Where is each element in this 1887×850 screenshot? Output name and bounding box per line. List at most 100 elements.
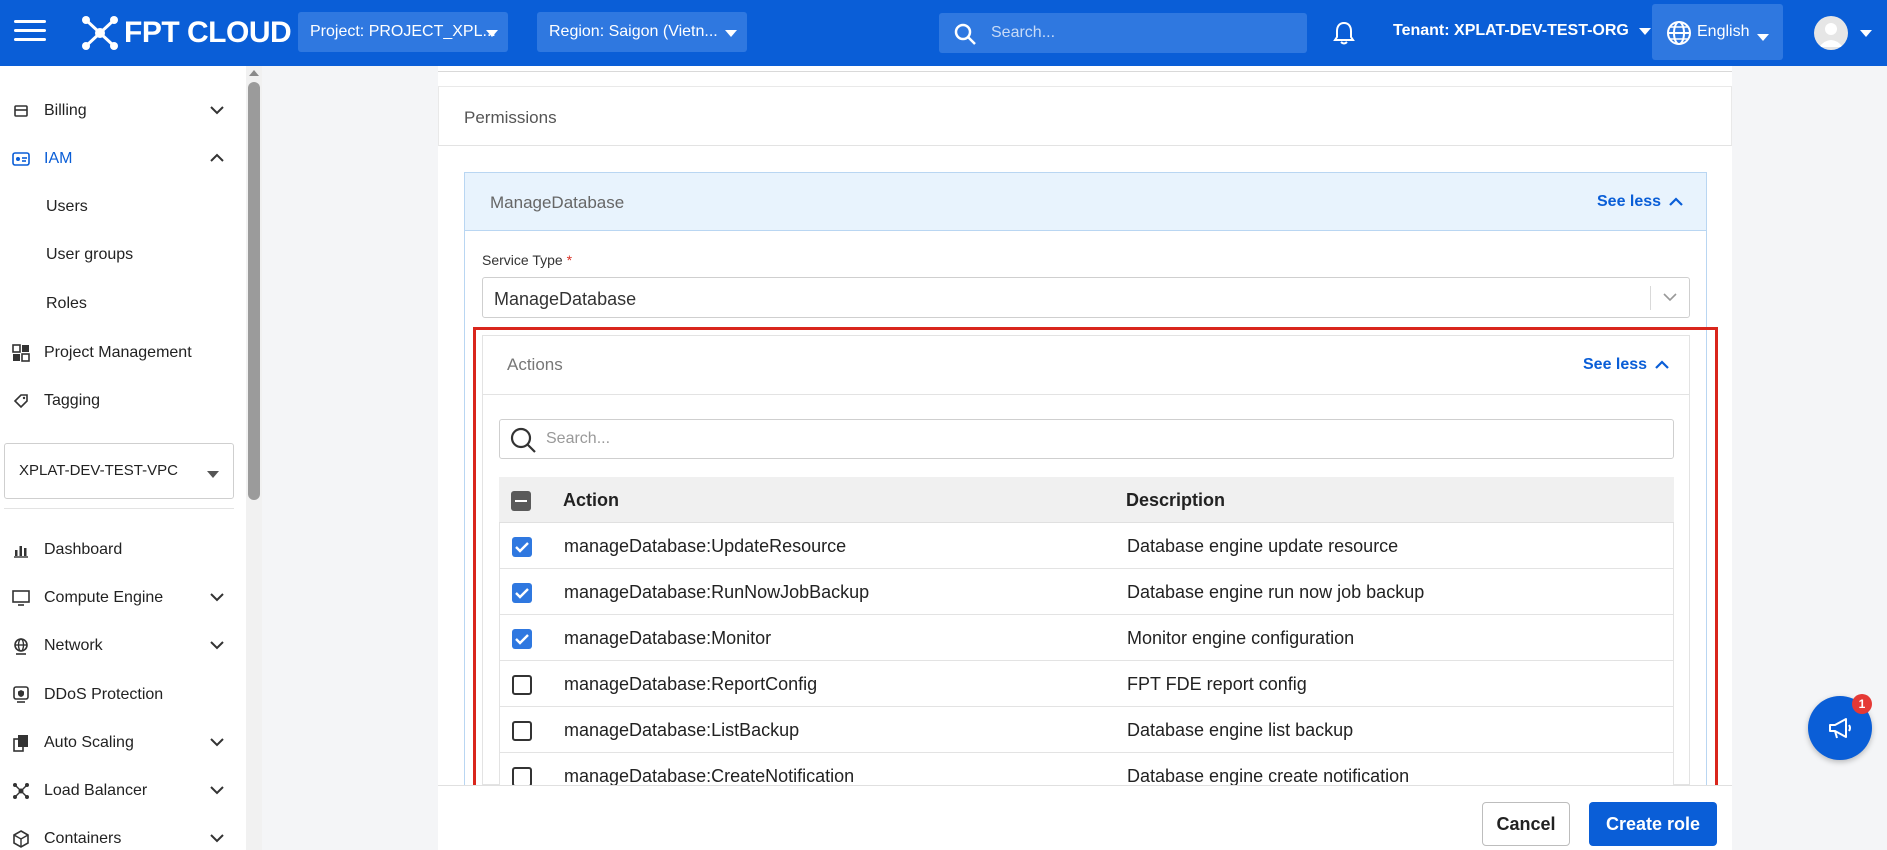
chevron-down-icon (210, 593, 224, 602)
service-type-label: Service Type * (482, 252, 572, 268)
caret-down-icon (207, 471, 219, 478)
caret-down-icon[interactable] (1860, 30, 1872, 37)
service-panel-title: ManageDatabase (490, 193, 625, 212)
actions-see-less-button[interactable]: See less (1583, 356, 1669, 374)
row-checkbox[interactable] (512, 583, 532, 603)
sidebar: Billing IAM Users User groups Roles Proj… (0, 66, 262, 850)
divider (1650, 286, 1651, 310)
see-less-label: See less (1583, 356, 1648, 373)
scroll-up-icon[interactable] (249, 70, 259, 76)
sidebar-item-dashboard[interactable]: Dashboard (0, 530, 240, 570)
load-balancer-icon (13, 783, 29, 799)
sidebar-item-tagging[interactable]: Tagging (0, 381, 240, 421)
brand-name: FPT CLOUD (124, 16, 292, 49)
table-row[interactable]: manageDatabase:RunNowJobBackup Database … (499, 569, 1674, 615)
caret-down-icon (486, 30, 498, 37)
sidebar-item-project-management[interactable]: Project Management (0, 333, 240, 373)
search-icon (954, 23, 976, 45)
table-row[interactable]: manageDatabase:Monitor Monitor engine co… (499, 615, 1674, 661)
actions-search (499, 419, 1674, 459)
chevron-down-icon (210, 106, 224, 115)
chevron-up-icon (210, 153, 224, 162)
action-name: manageDatabase:ReportConfig (564, 674, 818, 694)
menu-icon[interactable] (14, 20, 46, 46)
region-select-label: Region: Saigon (Vietn... (549, 23, 718, 40)
row-checkbox[interactable] (512, 767, 532, 787)
chevron-down-icon (1663, 293, 1677, 302)
user-icon (1819, 23, 1843, 47)
top-bar: FPT CLOUD Project: PROJECT_XPL... Region… (0, 0, 1887, 66)
sidebar-item-label: IAM (44, 150, 73, 167)
shield-icon (13, 686, 29, 703)
sidebar-item-label: Network (44, 637, 103, 654)
actions-panel: Actions See less Action Description mana… (482, 335, 1690, 799)
row-checkbox[interactable] (512, 537, 532, 557)
checkmark-icon (515, 542, 529, 553)
tenant-select[interactable]: Tenant: XPLAT-DEV-TEST-ORG (1393, 22, 1651, 40)
select-all-checkbox[interactable] (511, 491, 531, 511)
create-role-button[interactable]: Create role (1589, 802, 1717, 846)
sidebar-scrollbar[interactable] (246, 66, 262, 850)
tag-icon (13, 394, 28, 409)
project-icon (12, 344, 30, 362)
search-icon (510, 427, 536, 453)
sidebar-item-roles[interactable]: Roles (46, 289, 87, 319)
vpc-select[interactable]: XPLAT-DEV-TEST-VPC (4, 443, 234, 499)
service-type-select[interactable]: ManageDatabase (482, 277, 1690, 318)
caret-down-icon (1757, 34, 1769, 41)
global-search (939, 13, 1307, 53)
language-select[interactable]: English (1652, 4, 1783, 60)
sidebar-item-ddos-protection[interactable]: DDoS Protection (0, 675, 240, 715)
action-description: Database engine update resource (1127, 536, 1399, 556)
row-checkbox[interactable] (512, 675, 532, 695)
checkmark-icon (515, 588, 529, 599)
actions-table: Action Description manageDatabase:Update… (499, 477, 1674, 799)
sidebar-item-billing[interactable]: Billing (0, 91, 240, 131)
brand-logo[interactable]: FPT CLOUD (80, 14, 292, 52)
action-description: FPT FDE report config (1127, 674, 1307, 694)
tenant-label: Tenant: XPLAT-DEV-TEST-ORG (1393, 22, 1629, 39)
sidebar-item-load-balancer[interactable]: Load Balancer (0, 771, 240, 811)
sidebar-item-auto-scaling[interactable]: Auto Scaling (0, 723, 240, 763)
global-search-input[interactable] (991, 13, 1291, 53)
table-row[interactable]: manageDatabase:ReportConfig FPT FDE repo… (499, 661, 1674, 707)
caret-down-icon (1638, 27, 1651, 35)
sidebar-item-label: Billing (44, 102, 87, 119)
bell-icon[interactable] (1332, 20, 1356, 46)
scaling-icon (13, 735, 28, 752)
avatar[interactable] (1814, 16, 1848, 50)
sidebar-item-containers[interactable]: Containers (0, 819, 240, 850)
iam-icon (12, 152, 30, 166)
chevron-down-icon (210, 641, 224, 650)
globe-icon (1667, 21, 1691, 45)
sidebar-item-iam[interactable]: IAM (0, 139, 240, 179)
region-select[interactable]: Region: Saigon (Vietn... (537, 12, 747, 52)
action-name: manageDatabase:UpdateResource (564, 536, 847, 556)
sidebar-item-label: Dashboard (44, 541, 123, 558)
scrollbar-thumb[interactable] (248, 82, 260, 500)
actions-search-input[interactable] (546, 420, 1646, 458)
sidebar-item-label: Load Balancer (44, 782, 148, 799)
notification-badge: 1 (1852, 694, 1872, 714)
table-row[interactable]: manageDatabase:UpdateResource Database e… (499, 523, 1674, 569)
service-see-less-button[interactable]: See less (1597, 193, 1683, 211)
service-type-value: ManageDatabase (494, 289, 637, 309)
row-checkbox[interactable] (512, 629, 532, 649)
chevron-up-icon (1655, 360, 1669, 369)
action-name: manageDatabase:RunNowJobBackup (564, 582, 870, 602)
sidebar-item-users[interactable]: Users (46, 192, 88, 222)
project-select[interactable]: Project: PROJECT_XPL... (298, 12, 508, 52)
actions-title: Actions (507, 355, 563, 374)
sidebar-item-user-groups[interactable]: User groups (46, 240, 133, 270)
table-row[interactable]: manageDatabase:ListBackup Database engin… (499, 707, 1674, 753)
chevron-down-icon (210, 786, 224, 795)
see-less-label: See less (1597, 193, 1662, 210)
row-checkbox[interactable] (512, 721, 532, 741)
divider (4, 508, 234, 509)
cancel-button[interactable]: Cancel (1482, 802, 1570, 846)
sidebar-item-network[interactable]: Network (0, 626, 240, 666)
sidebar-item-compute-engine[interactable]: Compute Engine (0, 578, 240, 618)
chevron-up-icon (1669, 197, 1683, 206)
actions-header: Actions See less (483, 336, 1689, 395)
network-icon (14, 638, 28, 655)
